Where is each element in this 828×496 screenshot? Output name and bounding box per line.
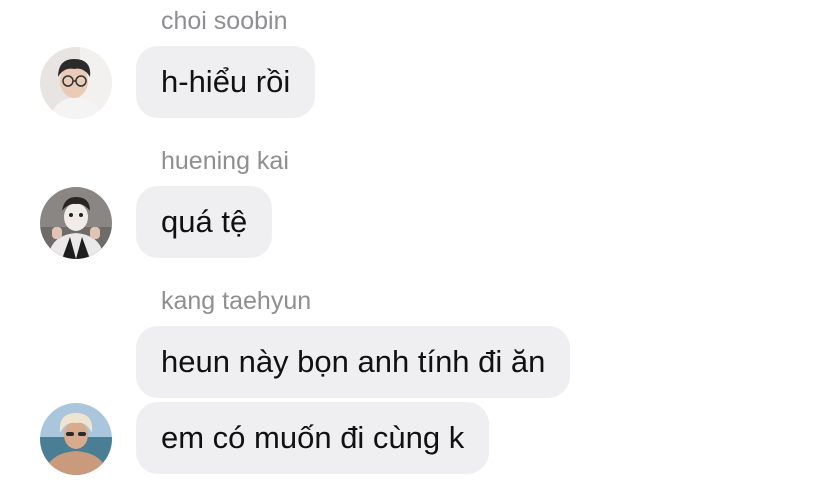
sender-name: kang taehyun — [161, 287, 312, 315]
message-bubble[interactable]: h-hiểu rồi — [136, 46, 316, 118]
avatar-photo-icon — [40, 403, 112, 475]
message-text: quá tệ — [161, 204, 248, 239]
sender-name: choi soobin — [161, 7, 288, 35]
message-bubble[interactable]: quá tệ — [136, 186, 273, 258]
avatar-photo-icon — [40, 187, 112, 259]
avatar[interactable] — [40, 187, 112, 259]
message-bubble[interactable]: heun này bọn anh tính đi ăn — [136, 326, 571, 398]
message-text: heun này bọn anh tính đi ăn — [161, 344, 546, 379]
message-text: h-hiểu rồi — [161, 64, 291, 99]
sender-name: huening kai — [161, 147, 289, 175]
avatar[interactable] — [40, 47, 112, 119]
message-text: em có muốn đi cùng k — [161, 420, 465, 455]
message-bubble[interactable]: em có muốn đi cùng k — [136, 402, 490, 474]
avatar[interactable] — [40, 403, 112, 475]
avatar-photo-icon — [40, 47, 112, 119]
